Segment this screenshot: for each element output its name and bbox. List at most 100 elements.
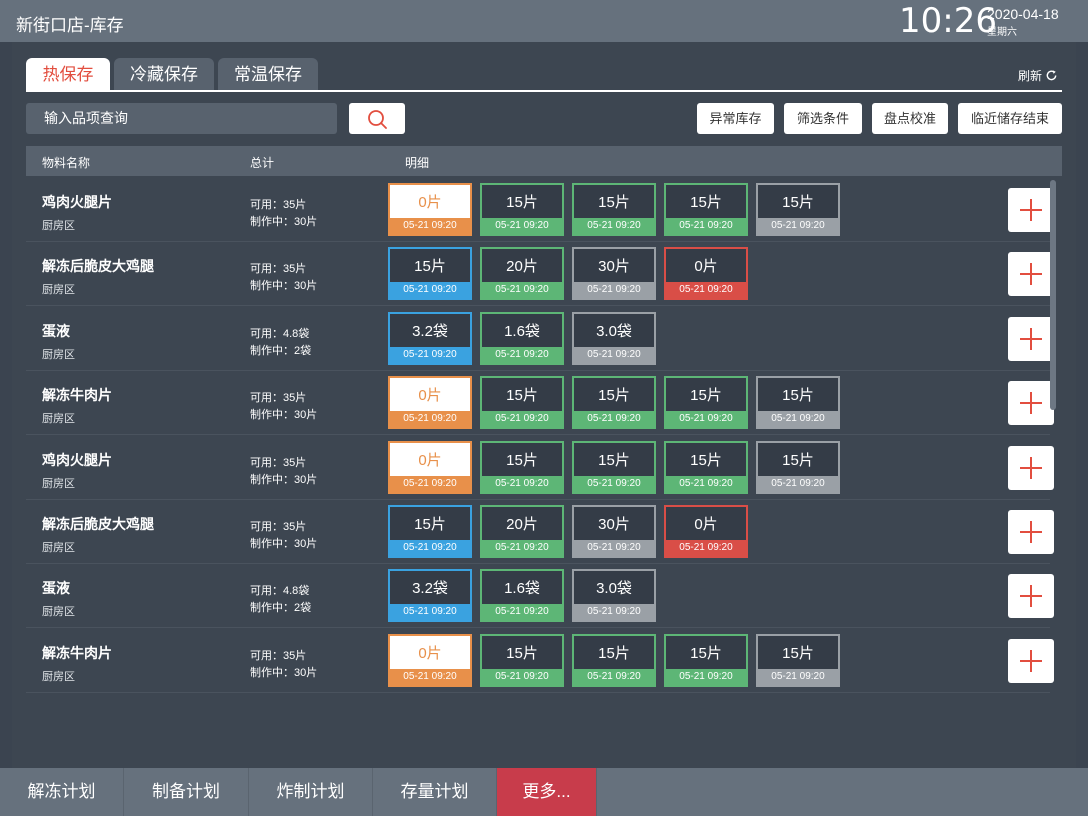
batch-cell-red[interactable]: 0片 05-21 09:20 (664, 247, 748, 301)
refresh-icon (1046, 70, 1057, 81)
add-batch-button[interactable] (1008, 510, 1054, 554)
add-batch-button[interactable] (1008, 638, 1054, 683)
batch-time: 05-21 09:20 (482, 540, 562, 556)
item-area: 厨房区 (42, 348, 75, 361)
batch-cell-gray[interactable]: 30片 05-21 09:20 (572, 247, 656, 301)
plus-icon (1020, 392, 1042, 415)
batch-cell-gray[interactable]: 15片 05-21 09:20 (756, 376, 840, 430)
batch-cell-orange[interactable]: 0片 05-21 09:20 (388, 633, 472, 687)
add-batch-button[interactable] (1008, 252, 1054, 297)
filter-button[interactable]: 筛选条件 (784, 103, 862, 134)
item-name: 蛋液 (42, 322, 70, 339)
tab-cold-storage[interactable]: 冷藏保存 (114, 58, 214, 92)
batch-cell-orange[interactable]: 0片 05-21 09:20 (388, 183, 472, 236)
item-name: 解冻牛肉片 (42, 387, 112, 404)
search-input[interactable]: 输入品项查询 (26, 103, 337, 134)
batch-time: 05-21 09:20 (390, 475, 470, 492)
batch-cell-gray[interactable]: 15片 05-21 09:20 (756, 183, 840, 236)
batch-cell-green[interactable]: 15片 05-21 09:20 (664, 183, 748, 236)
batch-time: 05-21 09:20 (574, 218, 654, 234)
batch-cell-green[interactable]: 15片 05-21 09:20 (480, 183, 564, 236)
batch-quantity: 15片 (782, 194, 814, 211)
batch-quantity: 0片 (418, 194, 442, 211)
batch-cell-gray[interactable]: 30片 05-21 09:20 (572, 505, 656, 558)
nav-prep-plan[interactable]: 制备计划 (124, 768, 249, 816)
item-name: 鸡肉火腿片 (42, 194, 112, 210)
batch-time: 05-21 09:20 (666, 282, 746, 299)
batch-cell-blue[interactable]: 3.2袋 05-21 09:20 (388, 311, 472, 365)
batch-quantity: 15片 (414, 258, 446, 276)
batch-time: 05-21 09:20 (482, 475, 562, 492)
batch-cell-green[interactable]: 15片 05-21 09:20 (572, 376, 656, 430)
table-row: 解冻牛肉片 厨房区 可用：35片 制作中：30片 0片 05-21 09:20 15片 05-… (26, 371, 1054, 436)
table-row: 解冻后脆皮大鸡腿 厨房区 可用：35片 制作中：30片 15片 05-21 09:20 20… (26, 242, 1054, 307)
batch-cell-green[interactable]: 15片 05-21 09:20 (664, 440, 748, 494)
batch-time: 05-21 09:20 (574, 604, 654, 621)
batch-cell-gray[interactable]: 3.0袋 05-21 09:20 (572, 311, 656, 365)
batch-time: 05-21 09:20 (574, 411, 654, 428)
batch-cell-orange[interactable]: 0片 05-21 09:20 (388, 376, 472, 430)
batch-cell-green[interactable]: 15片 05-21 09:20 (480, 376, 564, 430)
batch-cell-gray[interactable]: 15片 05-21 09:20 (756, 633, 840, 687)
add-batch-button[interactable] (1008, 316, 1054, 361)
batch-cell-green[interactable]: 15片 05-21 09:20 (664, 376, 748, 430)
clock-weekday: 星期六 (987, 27, 1017, 38)
plus-icon (1020, 263, 1042, 286)
nav-more[interactable]: 更多... (497, 768, 597, 816)
nav-thaw-plan[interactable]: 解冻计划 (0, 768, 124, 816)
batch-cell-orange[interactable]: 0片 05-21 09:20 (388, 440, 472, 494)
nav-stock-plan[interactable]: 存量计划 (373, 768, 497, 816)
nav-fry-plan[interactable]: 炸制计划 (249, 768, 373, 816)
batch-quantity: 1.6袋 (504, 580, 540, 598)
batch-cell-green[interactable]: 20片 05-21 09:20 (480, 505, 564, 558)
add-batch-button[interactable] (1008, 574, 1054, 619)
item-area: 厨房区 (42, 284, 75, 297)
add-batch-button[interactable] (1008, 445, 1054, 490)
batch-cell-green[interactable]: 1.6袋 05-21 09:20 (480, 569, 564, 623)
abnormal-stock-button[interactable]: 异常库存 (697, 103, 774, 134)
batch-cell-green[interactable]: 15片 05-21 09:20 (480, 633, 564, 687)
item-in-production: 制作中：2袋 (250, 344, 312, 357)
batch-cell-green[interactable]: 15片 05-21 09:20 (572, 183, 656, 236)
near-expiry-button[interactable]: 临近储存结束 (958, 103, 1062, 134)
item-in-production: 制作中：30片 (250, 666, 318, 679)
table-row: 鸡肉火腿片 厨房区 可用：35片 制作中：30片 0片 05-21 09:20 15片 05-… (26, 178, 1054, 242)
batch-quantity: 20片 (506, 258, 538, 276)
item-name: 解冻牛肉片 (42, 644, 112, 661)
inventory-calibration-button[interactable]: 盘点校准 (872, 103, 948, 134)
add-batch-button[interactable] (1008, 188, 1054, 232)
batch-cell-green[interactable]: 15片 05-21 09:20 (572, 633, 656, 687)
batch-quantity: 1.6袋 (504, 322, 540, 340)
item-in-production: 制作中：30片 (250, 538, 318, 550)
refresh-button[interactable]: 刷新 (1018, 67, 1058, 84)
batch-quantity: 15片 (506, 644, 538, 662)
batch-cell-green[interactable]: 20片 05-21 09:20 (480, 247, 564, 301)
batch-cell-gray[interactable]: 15片 05-21 09:20 (756, 440, 840, 494)
batch-cell-green[interactable]: 15片 05-21 09:20 (572, 440, 656, 494)
batch-time: 05-21 09:20 (574, 346, 654, 363)
item-available: 可用：35片 (250, 392, 307, 405)
add-batch-button[interactable] (1008, 381, 1054, 426)
tab-room-storage[interactable]: 常温保存 (218, 58, 318, 92)
table-row: 蛋液 厨房区 可用：4.8袋 制作中：2袋 3.2袋 05-21 09:20 1.6袋 05-… (26, 307, 1054, 371)
batch-cell-blue[interactable]: 15片 05-21 09:20 (388, 505, 472, 558)
item-in-production: 制作中：30片 (250, 409, 318, 422)
batch-time: 05-21 09:20 (666, 218, 746, 234)
batch-time: 05-21 09:20 (482, 282, 562, 299)
tab-hot-storage[interactable]: 热保存 (26, 58, 110, 92)
table-row: 蛋液 厨房区 可用：4.8袋 制作中：2袋 3.2袋 05-21 09:20 1.6袋 05-… (26, 564, 1054, 629)
item-area: 厨房区 (42, 606, 75, 619)
batch-cell-blue[interactable]: 15片 05-21 09:20 (388, 247, 472, 301)
batch-cell-green[interactable]: 1.6袋 05-21 09:20 (480, 311, 564, 365)
batch-cell-green[interactable]: 15片 05-21 09:20 (480, 440, 564, 494)
batch-cell-green[interactable]: 15片 05-21 09:20 (664, 633, 748, 687)
search-button[interactable] (349, 103, 405, 134)
item-available: 可用：35片 (250, 199, 307, 211)
batch-cell-red[interactable]: 0片 05-21 09:20 (664, 505, 748, 558)
plus-icon (1020, 521, 1042, 543)
batch-cell-gray[interactable]: 3.0袋 05-21 09:20 (572, 569, 656, 623)
batch-quantity: 3.2袋 (412, 322, 448, 340)
scrollbar[interactable] (1050, 180, 1056, 410)
batch-cell-blue[interactable]: 3.2袋 05-21 09:20 (388, 569, 472, 623)
batch-time: 05-21 09:20 (390, 282, 470, 299)
